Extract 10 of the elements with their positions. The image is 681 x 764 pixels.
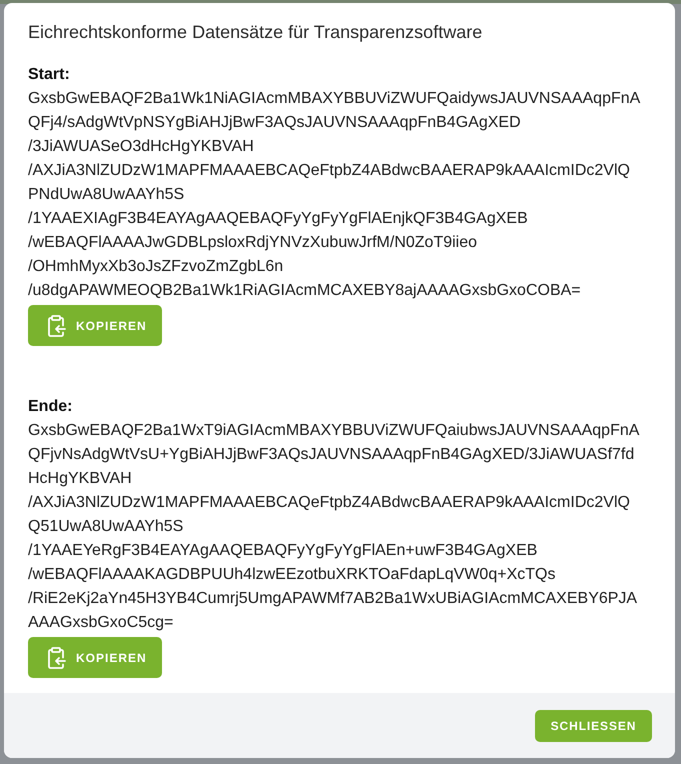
data-text: GxsbGwEBAQF2Ba1Wk1NiAGIAcmMBAXYBBUViZWUFQaidywsJAUVNSAAAqpFnA QFj4/sAdgWtVpNSYgBiAHJjBwF3AQsJAUVNSAAAqpFnB4GAgXED /3JiAWUASeO3dHcHgYKBVAH /AXJiA3NlZUDzW1MAPFMAAAEBCAQeFtpbZ4ABdwcBAAERAP9kAAAIcmIDc2VlQ PNdUwA8UwAAYh5S /1YAAEXIAgF3B4EAYAgAAQEBAQFyYgFyYgFlAEnjkQF3B4GAgXEB /wEBAQFlAAAAJwGDBLpsloxRdjYNVzXubuwJrfM/N0ZoT9iieo /OHmhMyxXb3oJsZFzvoZmZgbL6n /u8dgAPAWMEOQB2Ba1Wk1RiAGIAcmMCAXEBY8ajAAAAGxsbGxoCOBA=	[28, 89, 642, 301]
copy-button[interactable]: KOPIEREN	[28, 637, 162, 678]
clipboard-icon	[47, 314, 66, 336]
section-label: Ende:	[28, 397, 74, 417]
data-text: GxsbGwEBAQF2Ba1WxT9iAGIAcmMBAXYBBUViZWUFQaiubwsJAUVNSAAAqpFnA QFjvNsAdgWtVsU+YgBiAHJjBwF3AQsJAUVNSAAAqpFnB4GAgXED/3JiAWUASf7fd HcHgYKBVAH /AXJiA3NlZUDzW1MAPFMAAAEBCAQeFtpbZ4ABdwcBAAERAP9kAAAIcmIDc2VlQ Q51UwA8UwAAYh5S /1YAAEYeRgF3B4EAYAgAAQEBAQFyYgFyYgFlAEn+uwF3B4GAgXEB /wEBAQFlAAAAKAGDBPUUh4lzwEEzotbuXRKTOaFdapLqVW0q+XcTQs /RiE2eKj2aYn45H3YB4Cumrj5UmgAPAWMf7AB2Ba1WxUBiAGIAcmMCAXEBY6PJA AAAGxsbGxoC5cg=	[28, 421, 640, 633]
section-label: Start:	[28, 65, 71, 85]
copy-button[interactable]: KOPIEREN	[28, 305, 162, 346]
clipboard-icon	[47, 646, 66, 668]
close-button[interactable]: SCHLIESSEN	[535, 710, 652, 742]
dialog-title: Eichrechtskonforme Datensätze für Transparenzsoftware	[28, 21, 484, 44]
